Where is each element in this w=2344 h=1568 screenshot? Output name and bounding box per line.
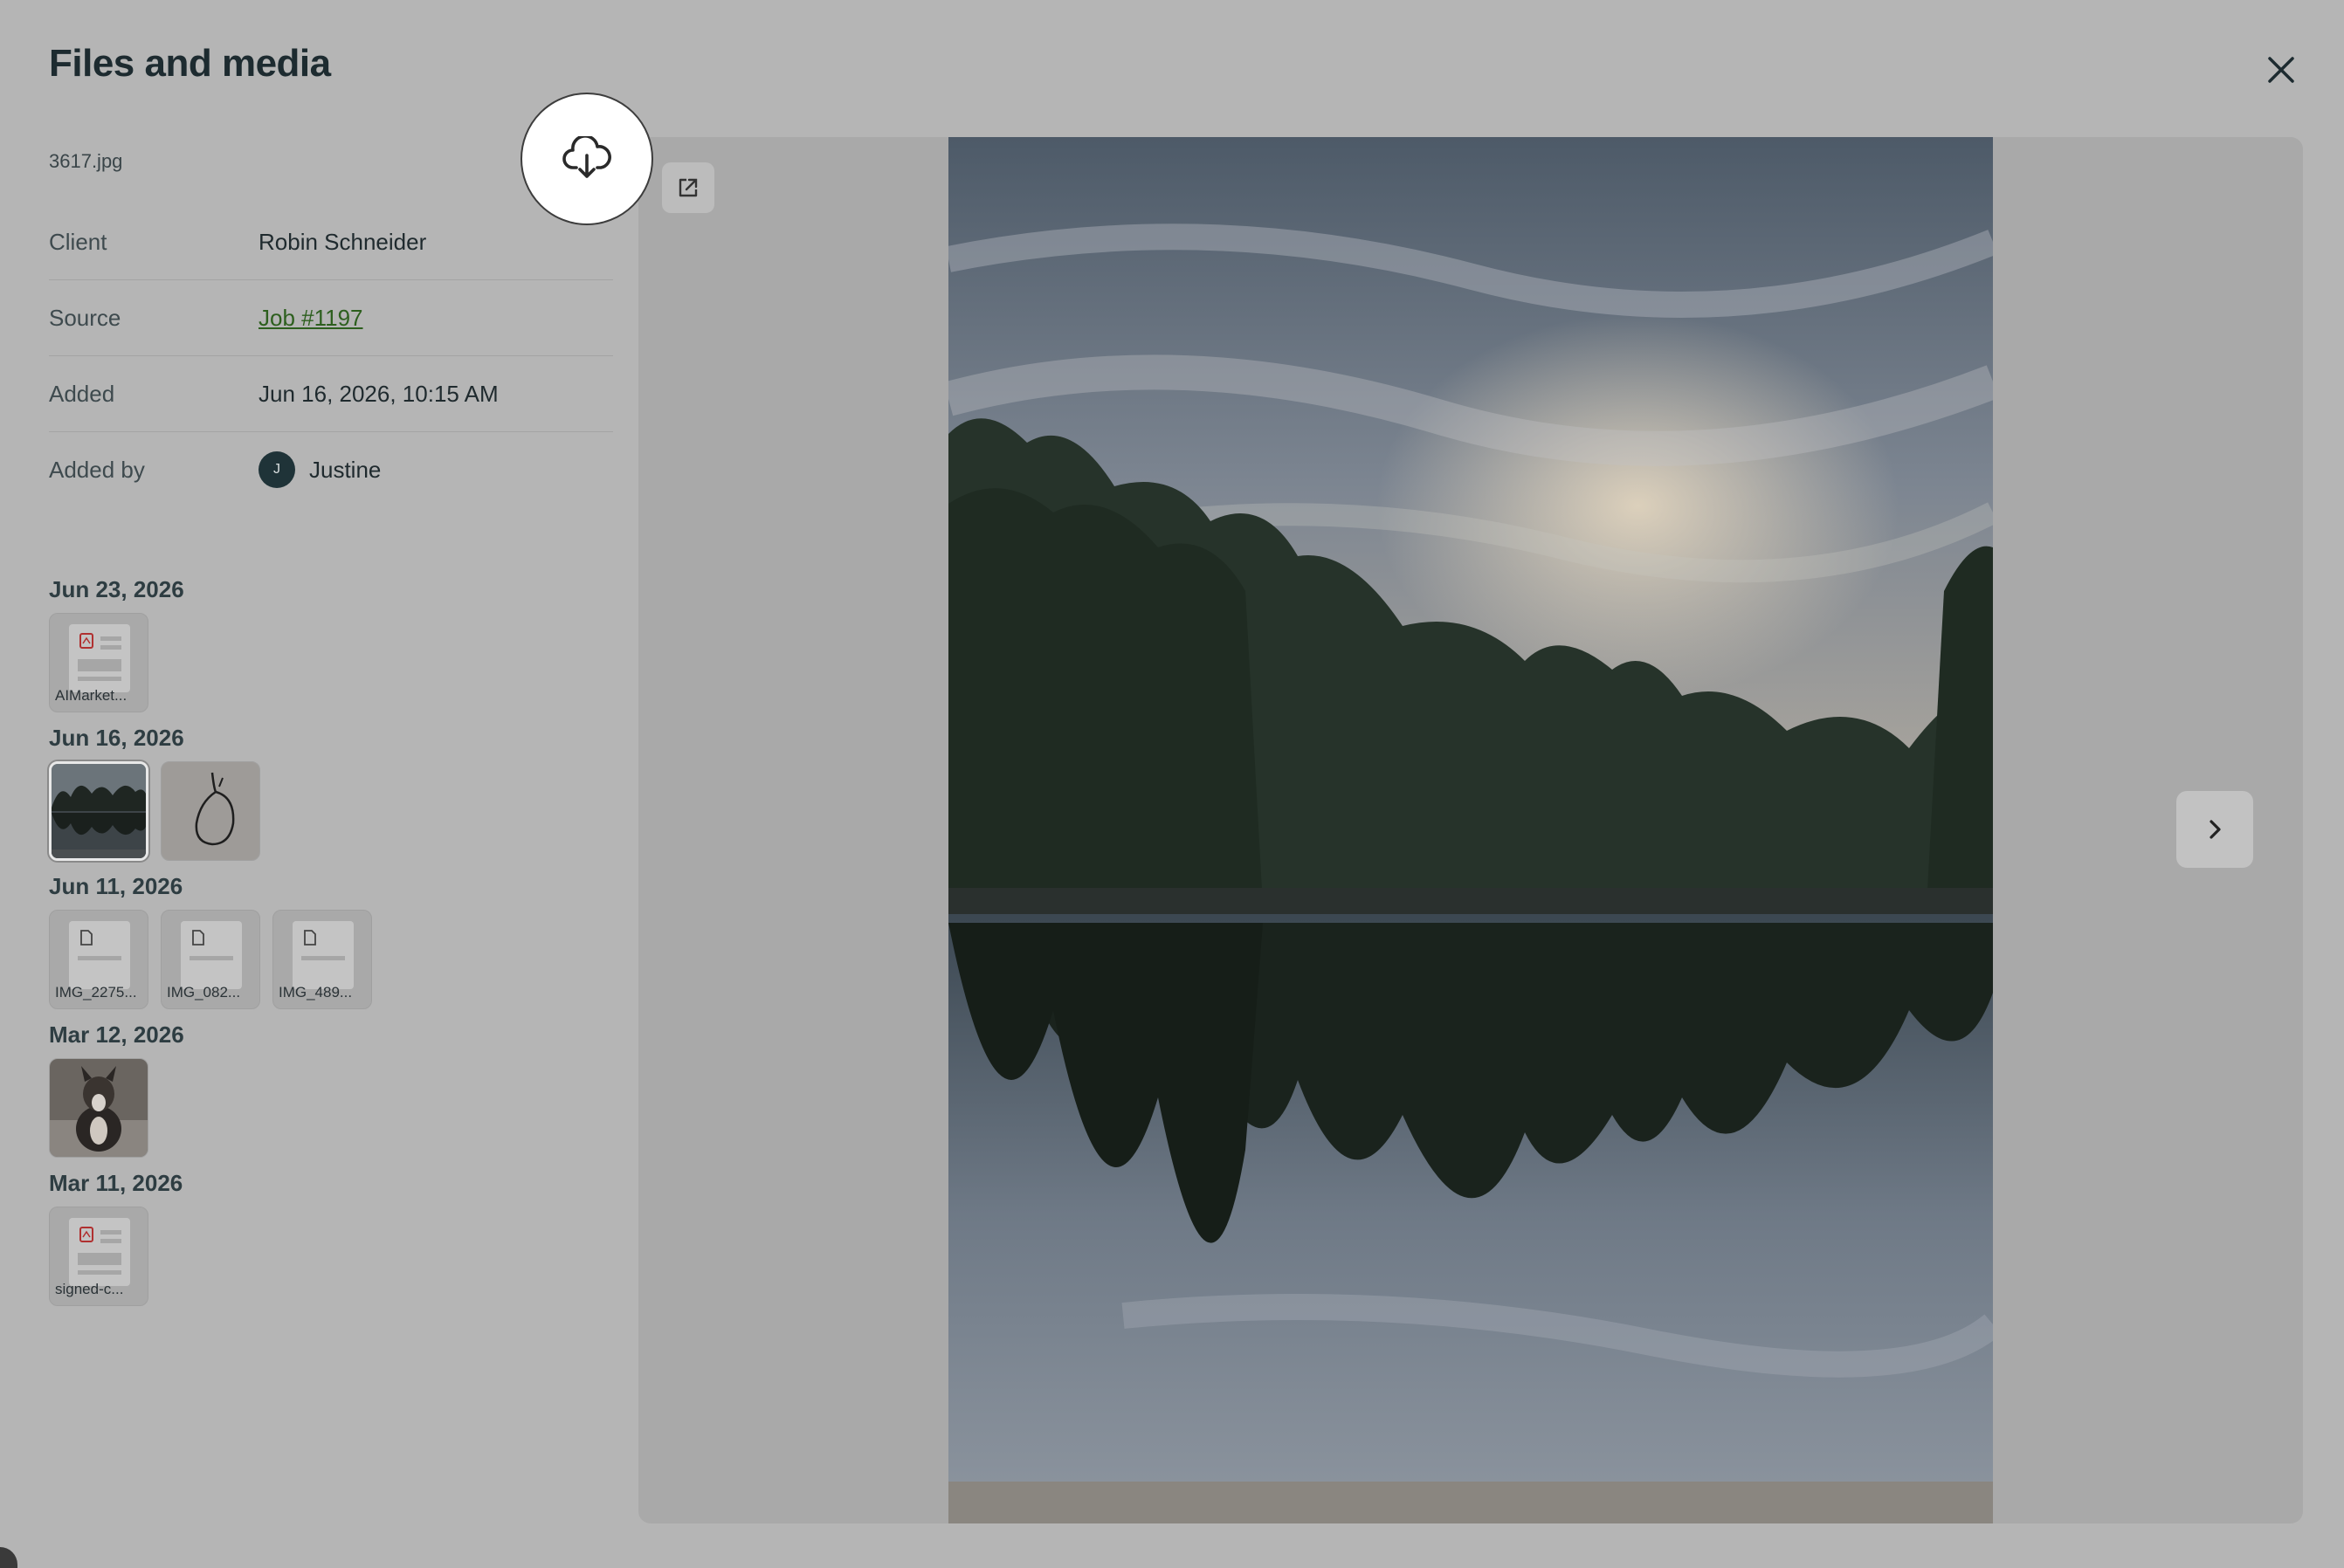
open-in-new-button[interactable]: [662, 162, 714, 213]
thumbnail-image[interactable]: [49, 1058, 148, 1158]
thumbnail-image-selected[interactable]: [49, 761, 148, 861]
thumbnail-pdf[interactable]: AIMarket...: [49, 613, 148, 712]
preview-photo: [948, 137, 1993, 1523]
pdf-file-icon: [79, 633, 93, 649]
added-by-name: Justine: [309, 456, 382, 483]
file-icon: [192, 930, 204, 946]
thumbnail-file[interactable]: IMG_2275...: [49, 910, 148, 1009]
close-icon: [2268, 57, 2294, 83]
group-date: Mar 12, 2026: [49, 1021, 184, 1048]
thumbnail-pdf[interactable]: signed-c...: [49, 1207, 148, 1306]
detail-label: Source: [49, 304, 121, 331]
file-details: Client Robin Schneider Source Job #1197 …: [49, 210, 613, 507]
close-button[interactable]: [2260, 49, 2302, 91]
window-corner: [0, 1547, 17, 1568]
group-date: Jun 11, 2026: [49, 873, 183, 899]
detail-row-source: Source Job #1197: [49, 280, 613, 356]
thumbnail-file[interactable]: IMG_489...: [272, 910, 372, 1009]
thumbnail-image[interactable]: [161, 761, 260, 861]
detail-label: Client: [49, 228, 107, 255]
media-groups: Jun 23, 2026 AIMarket... Jun 16, 2026 Ju…: [49, 576, 372, 1318]
file-icon: [80, 930, 93, 946]
thumbnail-label: AIMarket...: [55, 687, 128, 704]
group-date: Jun 16, 2026: [49, 725, 184, 751]
open-external-icon: [679, 178, 698, 197]
download-button[interactable]: [521, 93, 653, 225]
pdf-file-icon: [79, 1227, 93, 1242]
chevron-right-icon: [2210, 820, 2221, 839]
file-icon: [304, 930, 316, 946]
client-name: Robin Schneider: [259, 228, 427, 255]
landscape-thumbnail: [52, 764, 146, 858]
group-date: Mar 11, 2026: [49, 1170, 183, 1196]
detail-row-added-by: Added by J Justine: [49, 432, 613, 507]
thumbnail-label: signed-c...: [55, 1281, 124, 1297]
dog-photo-thumbnail: [50, 1059, 148, 1157]
thumbnail-file[interactable]: IMG_082...: [161, 910, 260, 1009]
avatar: J: [259, 451, 295, 488]
next-file-button[interactable]: [2176, 791, 2253, 868]
sketch-thumbnail: [162, 762, 259, 860]
group-date: Jun 23, 2026: [49, 576, 184, 602]
thumbnail-label: IMG_082...: [167, 984, 241, 1001]
added-date: Jun 16, 2026, 10:15 AM: [259, 380, 499, 407]
thumbnail-label: IMG_489...: [279, 984, 353, 1001]
detail-label: Added: [49, 380, 115, 407]
detail-label: Added by: [49, 456, 145, 483]
cloud-download-icon: [562, 136, 611, 178]
page-title: Files and media: [49, 42, 331, 85]
image-preview: [638, 137, 2303, 1523]
detail-row-added: Added Jun 16, 2026, 10:15 AM: [49, 356, 613, 432]
file-name: 3617.jpg: [49, 150, 123, 172]
detail-row-client: Client Robin Schneider: [49, 204, 613, 280]
source-job-link[interactable]: Job #1197: [259, 305, 363, 332]
thumbnail-label: IMG_2275...: [55, 984, 137, 1001]
